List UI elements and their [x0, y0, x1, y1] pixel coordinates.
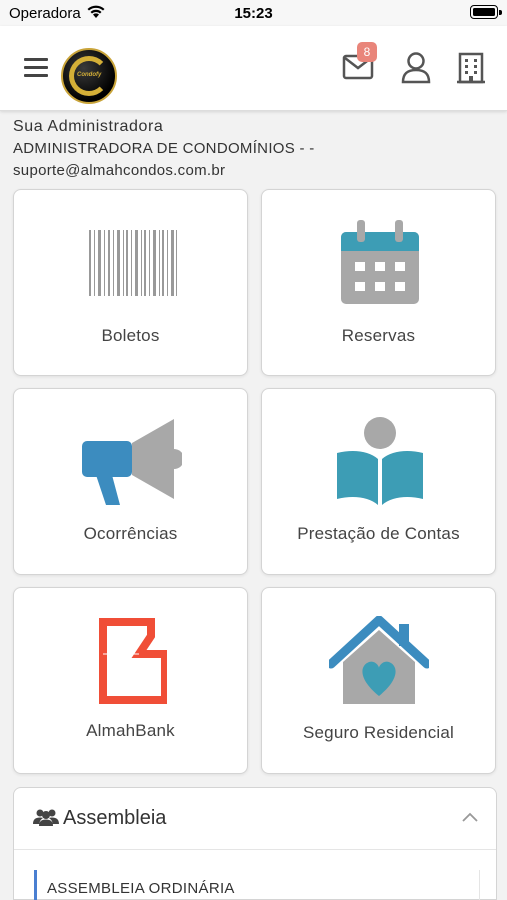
tile-label: Seguro Residencial: [302, 723, 455, 742]
assembly-item-title: ASSEMBLEIA ORDINÁRIA: [47, 880, 235, 897]
assembly-panel: Assembleia ASSEMBLEIA ORDINÁRIA: [13, 787, 497, 900]
almahbank-logo: [99, 618, 167, 704]
logo-text: Condofy: [77, 72, 102, 78]
tile-label: Boletos: [101, 326, 160, 345]
mail-badge: 8: [357, 42, 377, 62]
status-bar: Operadora 15:23: [0, 0, 507, 26]
reading-person-icon: [337, 417, 423, 505]
assembly-panel-header[interactable]: Assembleia: [14, 788, 496, 850]
administrator-name: ADMINISTRADORA DE CONDOMÍNIOS - -: [13, 140, 315, 157]
tile-almahbank[interactable]: AlmahBank: [13, 587, 248, 774]
app-header: Condofy 8: [0, 26, 507, 111]
clock: 15:23: [234, 5, 273, 22]
tile-boletos[interactable]: Boletos: [13, 189, 248, 376]
battery-icon: [470, 5, 502, 19]
tile-reservas[interactable]: Reservas: [261, 189, 496, 376]
users-icon: [33, 809, 59, 826]
administrator-email: suporte@almahcondos.com.br: [13, 162, 226, 179]
user-icon[interactable]: [401, 52, 431, 84]
megaphone-icon: [82, 419, 182, 505]
tile-label: Ocorrências: [83, 524, 178, 543]
hamburger-menu-icon[interactable]: [24, 58, 48, 80]
administrator-title: Sua Administradora: [13, 118, 164, 135]
tile-seguro-residencial[interactable]: Seguro Residencial: [261, 587, 496, 774]
list-item[interactable]: ASSEMBLEIA ORDINÁRIA: [34, 870, 480, 900]
tile-label: Reservas: [341, 326, 416, 345]
building-icon[interactable]: [457, 52, 485, 84]
tile-label: AlmahBank: [86, 721, 175, 740]
tile-ocorrencias[interactable]: Ocorrências: [13, 388, 248, 575]
house-heart-icon: [329, 616, 429, 704]
tile-label: Prestação de Contas: [297, 524, 460, 543]
administrator-info: Sua Administradora ADMINISTRADORA DE CON…: [13, 118, 493, 183]
barcode-icon: [89, 230, 177, 296]
chevron-up-icon[interactable]: [462, 812, 478, 822]
app-logo: Condofy: [61, 48, 117, 104]
assembly-panel-title: Assembleia: [63, 807, 167, 829]
calendar-icon: [341, 220, 419, 304]
tile-prestacao-contas[interactable]: Prestação de Contas: [261, 388, 496, 575]
